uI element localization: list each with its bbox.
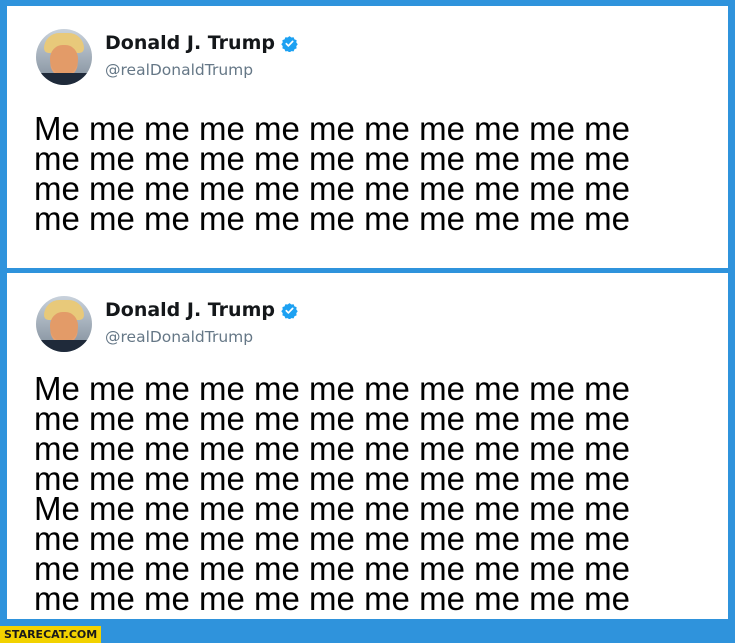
author-handle[interactable]: @realDonaldTrump [105,328,253,346]
author-row: Donald J. Trump [105,299,298,321]
verified-badge-icon [281,302,298,319]
author-handle[interactable]: @realDonaldTrump [105,61,253,79]
author-row: Donald J. Trump [105,32,298,54]
author-name[interactable]: Donald J. Trump [105,299,275,321]
tweet-text-line: me me me me me me me me me me me [34,580,630,617]
avatar[interactable] [36,29,92,85]
verified-badge-icon [281,35,298,52]
author-name[interactable]: Donald J. Trump [105,32,275,54]
tweet-card: Donald J. Trump @realDonaldTrump Me me m… [7,273,728,619]
tweet-text: Me me me me me me me me me me me me me m… [34,372,630,617]
tweet-text: Me me me me me me me me me me me me me m… [34,112,630,237]
avatar[interactable] [36,296,92,352]
tweet-card: Donald J. Trump @realDonaldTrump Me me m… [7,6,728,268]
watermark: STARECAT.COM [0,626,102,643]
tweet-text-line: me me me me me me me me me me me [34,200,630,237]
